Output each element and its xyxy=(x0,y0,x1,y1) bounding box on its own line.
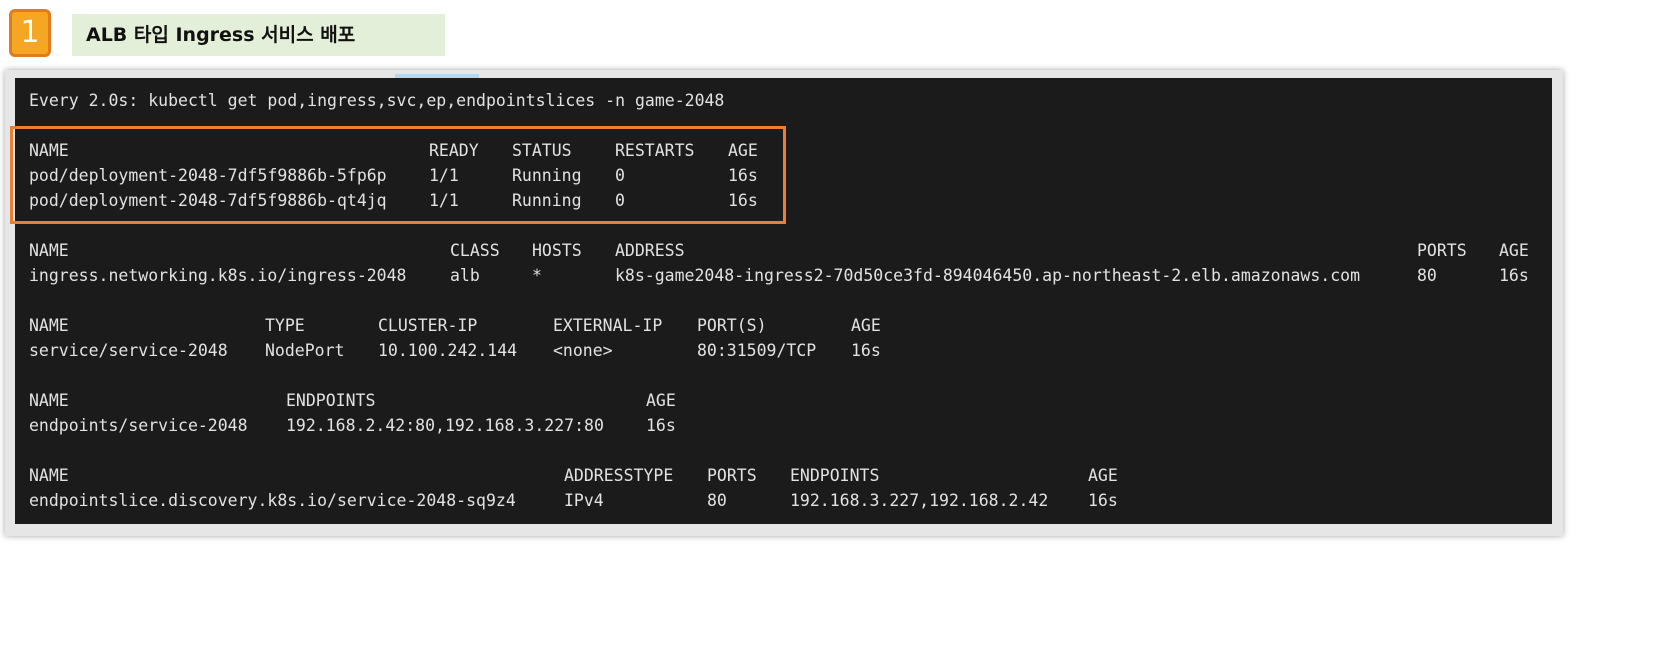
ingress-row: ingress.networking.k8s.io/ingress-2048 a… xyxy=(15,264,1552,288)
col-header-name: NAME xyxy=(29,316,69,335)
ingress-ports: 80 xyxy=(1417,266,1437,285)
endpointslices-header-row: NAME ADDRESSTYPE PORTS ENDPOINTS AGE xyxy=(15,464,1552,488)
col-header-ports: PORTS xyxy=(707,466,757,485)
endpointslice-name: endpointslice.discovery.k8s.io/service-2… xyxy=(29,491,516,510)
endpointslice-age: 16s xyxy=(1088,491,1118,510)
endpoints-header-row: NAME ENDPOINTS AGE xyxy=(15,389,1552,413)
col-header-type: TYPE xyxy=(265,316,305,335)
ingress-address: k8s-game2048-ingress2-70d50ce3fd-8940464… xyxy=(615,266,1361,285)
endpoints-age: 16s xyxy=(646,416,676,435)
ingress-class: alb xyxy=(450,266,480,285)
watch-command-line: Every 2.0s: kubectl get pod,ingress,svc,… xyxy=(29,91,725,110)
endpoints-row: endpoints/service-2048 192.168.2.42:80,1… xyxy=(15,414,1552,438)
service-type: NodePort xyxy=(265,341,345,360)
ingress-name: ingress.networking.k8s.io/ingress-2048 xyxy=(29,266,407,285)
service-external-ip: <none> xyxy=(553,341,613,360)
service-name: service/service-2048 xyxy=(29,341,228,360)
step-title: ALB 타입 Ingress 서비스 배포 xyxy=(72,14,445,56)
ingress-age: 16s xyxy=(1499,266,1529,285)
col-header-ports: PORTS xyxy=(1417,241,1467,260)
service-ports: 80:31509/TCP xyxy=(697,341,817,360)
endpointslice-ports: 80 xyxy=(707,491,727,510)
ingress-hosts: * xyxy=(532,266,542,285)
col-header-age: AGE xyxy=(646,391,676,410)
endpointslice-endpoints: 192.168.3.227,192.168.2.42 xyxy=(790,491,1049,510)
col-header-endpoints: ENDPOINTS xyxy=(790,466,880,485)
col-header-hosts: HOSTS xyxy=(532,241,582,260)
col-header-ports: PORT(S) xyxy=(697,316,767,335)
col-header-name: NAME xyxy=(29,241,69,260)
endpoints-name: endpoints/service-2048 xyxy=(29,416,248,435)
col-header-name: NAME xyxy=(29,391,69,410)
service-age: 16s xyxy=(851,341,881,360)
col-header-address: ADDRESS xyxy=(615,241,685,260)
col-header-age: AGE xyxy=(1499,241,1529,260)
col-header-class: CLASS xyxy=(450,241,500,260)
col-header-age: AGE xyxy=(851,316,881,335)
col-header-name: NAME xyxy=(29,466,69,485)
endpoints-list: 192.168.2.42:80,192.168.3.227:80 xyxy=(286,416,604,435)
service-cluster-ip: 10.100.242.144 xyxy=(378,341,518,360)
endpointslice-row: endpointslice.discovery.k8s.io/service-2… xyxy=(15,489,1552,513)
endpointslice-addresstype: IPv4 xyxy=(564,491,604,510)
ingress-header-row: NAME CLASS HOSTS ADDRESS PORTS AGE xyxy=(15,239,1552,263)
col-header-cluster-ip: CLUSTER-IP xyxy=(378,316,478,335)
col-header-endpoints: ENDPOINTS xyxy=(286,391,376,410)
service-row: service/service-2048 NodePort 10.100.242… xyxy=(15,339,1552,363)
pods-highlight-box xyxy=(10,126,786,224)
services-header-row: NAME TYPE CLUSTER-IP EXTERNAL-IP PORT(S)… xyxy=(15,314,1552,338)
step-number-badge: 1 xyxy=(9,9,51,57)
col-header-age: AGE xyxy=(1088,466,1118,485)
col-header-addresstype: ADDRESSTYPE xyxy=(564,466,674,485)
col-header-external-ip: EXTERNAL-IP xyxy=(553,316,663,335)
